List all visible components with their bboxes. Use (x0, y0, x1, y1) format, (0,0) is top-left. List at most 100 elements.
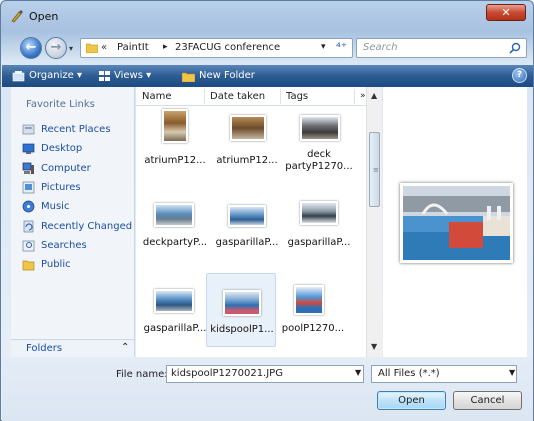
file-item[interactable]: atriumP12... (212, 109, 282, 183)
open-dialog-window: Open ✕ ← → ▾ « PaintIt ▸ 23FACUG confere… (0, 0, 534, 421)
close-button[interactable]: ✕ (486, 4, 526, 21)
sidebar-item-public[interactable]: Public (22, 255, 134, 274)
title-bar: Open ✕ (1, 1, 533, 31)
help-button[interactable]: ? (512, 68, 527, 83)
file-thumbnail (300, 201, 338, 225)
recent-pages-dropdown[interactable]: ▾ (69, 44, 73, 53)
sidebar-item-label: Searches (41, 239, 87, 251)
file-thumbnail (294, 285, 324, 315)
file-name: deck partyP1270... (285, 149, 353, 172)
file-thumbnail (162, 109, 188, 143)
sidebar-item-recently-changed[interactable]: Recently Changed (22, 216, 134, 235)
pictures-icon (22, 181, 35, 194)
recently-changed-icon (23, 220, 34, 232)
views-icon (99, 71, 110, 81)
column-divider[interactable] (280, 89, 281, 104)
sidebar-item-label: Computer (41, 162, 91, 174)
music-icon (22, 200, 35, 213)
folder-icon (86, 43, 98, 53)
back-button[interactable]: ← (20, 37, 42, 59)
file-item[interactable]: deckpartyP... (140, 191, 210, 265)
file-thumbnail (228, 205, 266, 227)
sidebar-item-desktop[interactable]: Desktop (22, 139, 134, 158)
views-menu[interactable]: Views ▾ (114, 70, 151, 81)
column-divider[interactable] (354, 89, 355, 104)
file-item[interactable]: poolP1270... (278, 273, 348, 347)
search-placeholder: Search (363, 42, 398, 53)
file-item[interactable]: gasparillaP... (140, 273, 210, 347)
open-button[interactable]: Open (377, 391, 446, 410)
file-item-selected[interactable]: kidspoolP1... (206, 273, 276, 347)
column-header-name[interactable]: Name (142, 91, 172, 102)
search-icon[interactable] (509, 42, 521, 54)
sidebar-item-searches[interactable]: Searches (22, 236, 134, 255)
file-item[interactable]: deck partyP1270... (284, 109, 354, 183)
scrollbar-thumb[interactable]: ≡ (369, 132, 380, 207)
file-name-dropdown-icon[interactable]: ▼ (355, 368, 361, 377)
cancel-button[interactable]: Cancel (453, 391, 522, 410)
preview-pane (383, 87, 527, 357)
address-row: ← → ▾ « PaintIt ▸ 23FACUG conference ▾ ⁴… (1, 33, 533, 63)
computer-icon (22, 162, 34, 174)
organize-icon (12, 71, 25, 82)
sidebar-item-computer[interactable]: Computer (22, 159, 134, 178)
breadcrumb-separator[interactable]: ▸ (163, 42, 168, 52)
file-name: deckpartyP... (142, 237, 208, 248)
file-thumbnail (300, 115, 340, 141)
address-bar[interactable]: « PaintIt ▸ 23FACUG conference ▾ ⁴⁺ (80, 38, 353, 58)
breadcrumb-23facug-conference[interactable]: 23FACUG conference (175, 42, 280, 53)
searches-icon (22, 240, 35, 252)
file-item[interactable]: atriumP12... (140, 109, 210, 183)
navigation-pane: Favorite Links Recent Places Desktop Com… (11, 87, 135, 357)
search-input[interactable]: Search (356, 38, 527, 58)
file-thumbnail (223, 290, 261, 316)
grip-icon: ≡ (373, 166, 379, 174)
sidebar-item-label: Desktop (41, 143, 83, 155)
more-columns-chevron-icon[interactable]: » (360, 91, 366, 101)
sidebar-item-pictures[interactable]: Pictures (22, 178, 134, 197)
new-folder-icon (182, 72, 195, 82)
new-folder-button[interactable]: New Folder (199, 70, 255, 81)
breadcrumb-paintit[interactable]: PaintIt (117, 42, 149, 53)
sidebar-item-label: Recent Places (41, 124, 111, 136)
command-toolbar: Organize ▾ Views ▾ New Folder ? (2, 65, 533, 87)
file-name-field[interactable]: kidspoolP1270021.JPG (166, 365, 364, 383)
column-header-date-taken[interactable]: Date taken (210, 91, 265, 102)
file-name: atriumP12... (144, 155, 206, 166)
vertical-scrollbar[interactable]: ▲ ≡ ▼ (366, 87, 382, 357)
desktop-icon (22, 144, 35, 155)
scroll-down-arrow-icon[interactable]: ▼ (371, 342, 377, 351)
organize-menu[interactable]: Organize ▾ (29, 70, 82, 81)
sidebar-item-recent-places[interactable]: Recent Places (22, 120, 134, 139)
file-name-label: File name: (116, 369, 168, 380)
favorite-links-heading: Favorite Links (26, 99, 95, 110)
refresh-button[interactable]: ⁴⁺ (336, 40, 347, 54)
bottom-panel: File name: kidspoolP1270021.JPG ▼ All Fi… (2, 358, 533, 421)
breadcrumb-overflow[interactable]: « (101, 42, 107, 53)
paint-brush-icon (11, 10, 23, 23)
folders-label: Folders (26, 343, 63, 354)
file-item[interactable]: gasparillaP... (284, 191, 354, 265)
sidebar-item-label: Recently Changed (41, 220, 133, 232)
file-name: atriumP12... (216, 155, 278, 166)
sidebar-item-label: Public (41, 259, 71, 271)
file-item[interactable]: gasparillaP... (212, 191, 282, 265)
file-type-select[interactable]: All Files (*.*) (371, 365, 517, 383)
column-divider[interactable] (204, 89, 205, 104)
file-thumbnail (230, 115, 266, 141)
chevron-up-icon[interactable]: ⌃ (121, 342, 129, 353)
scroll-up-arrow-icon[interactable]: ▲ (371, 91, 377, 100)
sidebar-item-music[interactable]: Music (22, 197, 134, 216)
recent-places-icon (22, 124, 35, 135)
file-list-pane: Name Date taken Tags » atriumP12... atri… (136, 87, 382, 357)
address-dropdown[interactable]: ▾ (321, 42, 326, 52)
file-thumbnail (154, 289, 194, 313)
file-name: gasparillaP... (287, 237, 351, 248)
column-header-tags[interactable]: Tags (286, 91, 308, 102)
file-type-dropdown-icon[interactable]: ▼ (509, 368, 515, 377)
sidebar-item-label: Pictures (41, 182, 81, 194)
forward-button[interactable]: → (45, 37, 67, 59)
folders-bar[interactable]: Folders ⌃ (11, 339, 134, 357)
file-name: gasparillaP... (143, 323, 207, 334)
file-name: kidspoolP1... (210, 324, 274, 335)
